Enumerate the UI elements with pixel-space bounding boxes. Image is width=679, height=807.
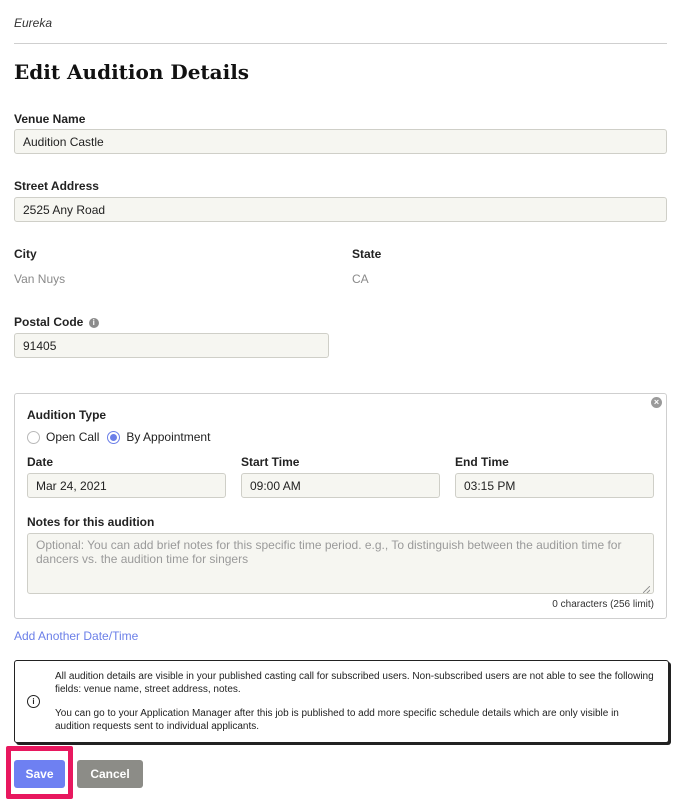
radio-by-appointment[interactable]: By Appointment xyxy=(107,430,210,444)
end-time-label: End Time xyxy=(455,455,509,469)
audition-schedule-card: × Audition Type Open Call By Appointment… xyxy=(14,393,667,619)
info-circle-icon: i xyxy=(27,695,40,708)
date-input[interactable] xyxy=(27,473,226,498)
end-time-input[interactable] xyxy=(455,473,654,498)
notes-label: Notes for this audition xyxy=(27,515,155,529)
edit-audition-page: Eureka Edit Audition Details Venue Name … xyxy=(0,0,679,807)
postal-code-label-text: Postal Code xyxy=(14,315,84,329)
venue-name-input[interactable] xyxy=(14,129,667,154)
audition-type-label: Audition Type xyxy=(27,408,107,422)
radio-open-call[interactable]: Open Call xyxy=(27,430,99,444)
date-label: Date xyxy=(27,455,54,469)
audition-type-radio-group: Open Call By Appointment xyxy=(27,430,218,444)
state-value: CA xyxy=(352,272,369,286)
resize-handle-icon[interactable] xyxy=(643,586,650,593)
cancel-button[interactable]: Cancel xyxy=(77,760,143,788)
header-divider xyxy=(14,43,667,44)
notes-textarea[interactable] xyxy=(27,533,654,594)
radio-open-call-label: Open Call xyxy=(46,430,100,444)
state-label: State xyxy=(352,247,382,261)
start-time-label: Start Time xyxy=(241,455,300,469)
project-name: Eureka xyxy=(14,16,53,30)
radio-by-appointment-label: By Appointment xyxy=(126,430,211,444)
venue-name-label: Venue Name xyxy=(14,112,86,126)
radio-open-call-circle[interactable] xyxy=(27,430,40,444)
radio-by-appointment-circle[interactable] xyxy=(107,430,121,444)
postal-code-label: Postal Code i xyxy=(14,315,99,329)
city-label: City xyxy=(14,247,37,261)
save-button[interactable]: Save xyxy=(14,760,65,788)
visibility-notice: i All audition details are visible in yo… xyxy=(14,660,669,743)
close-circle-icon[interactable]: × xyxy=(651,397,662,408)
postal-code-input[interactable] xyxy=(14,333,329,358)
info-icon[interactable]: i xyxy=(88,318,99,328)
start-time-input[interactable] xyxy=(241,473,440,498)
street-address-input[interactable] xyxy=(14,197,667,222)
notes-char-count: 0 characters (256 limit) xyxy=(552,599,654,610)
add-another-date-link[interactable]: Add Another Date/Time xyxy=(14,629,138,643)
city-value: Van Nuys xyxy=(14,272,66,286)
page-title: Edit Audition Details xyxy=(14,60,250,84)
notice-paragraph-1: All audition details are visible in your… xyxy=(55,671,654,695)
notice-paragraph-2: You can go to your Application Manager a… xyxy=(55,708,619,732)
street-address-label: Street Address xyxy=(14,179,99,193)
